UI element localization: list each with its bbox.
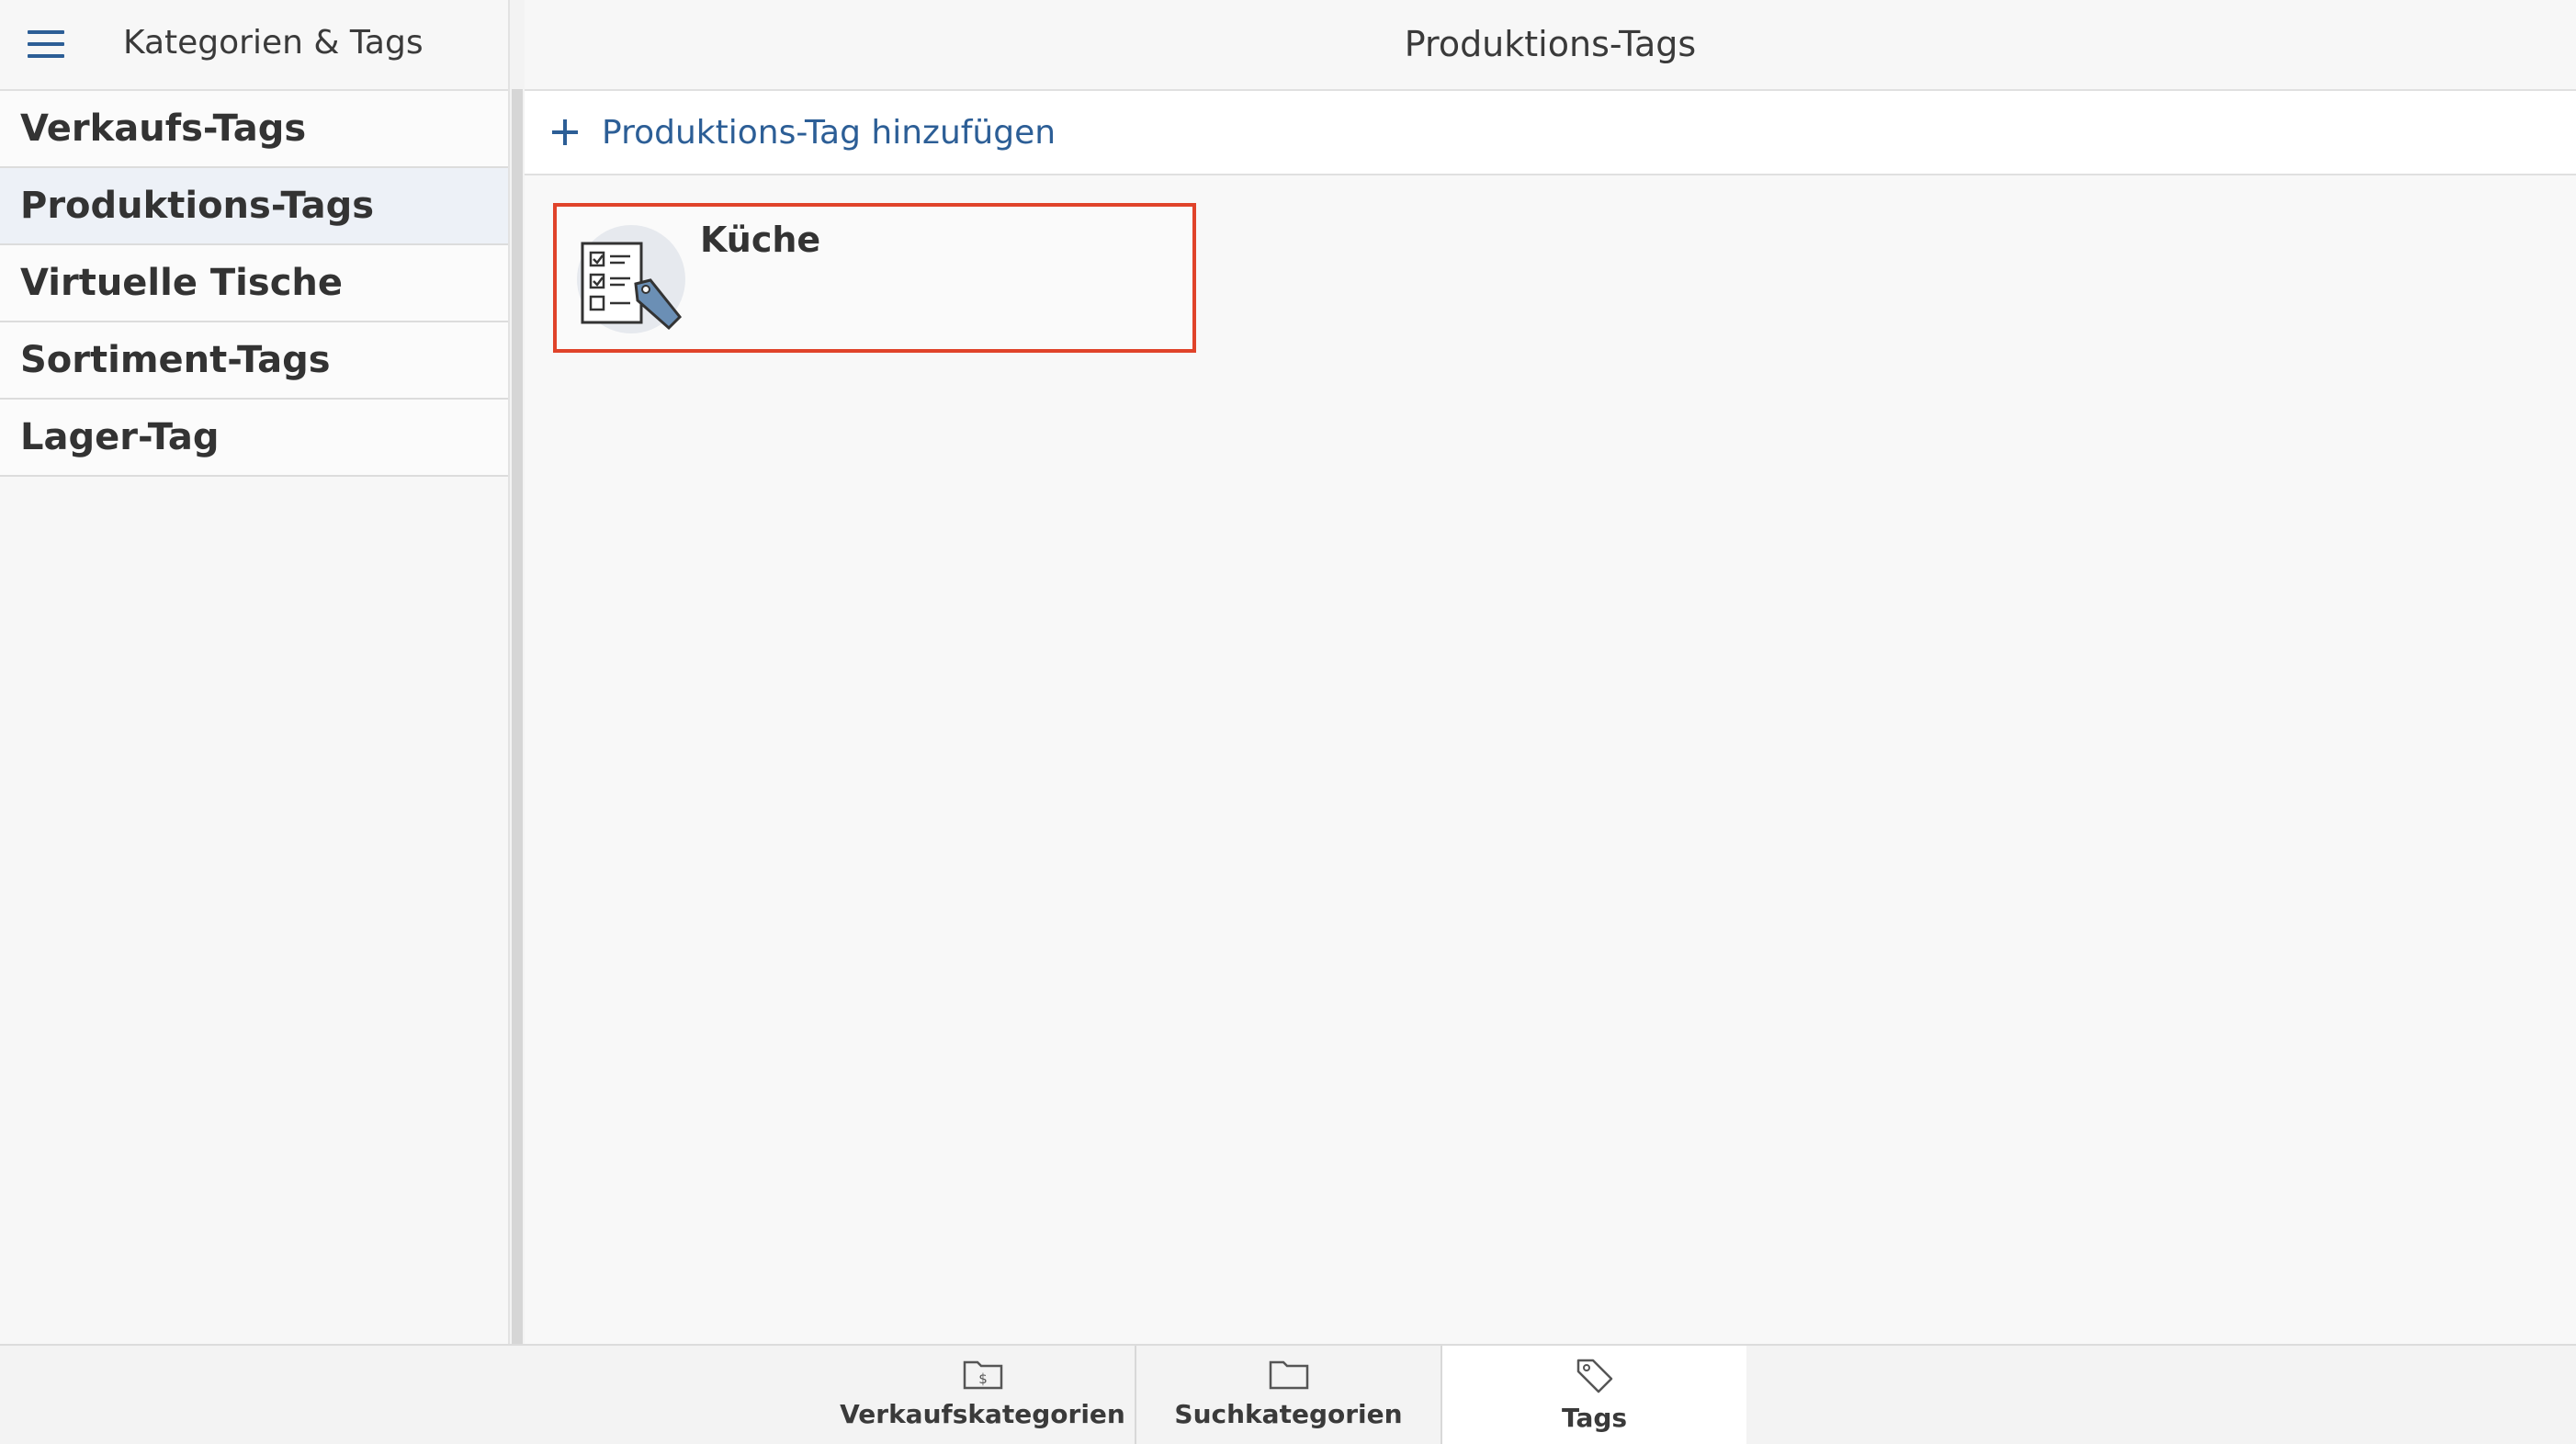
main-pane: Produktions-Tags Produktions-Tag hinzufü… [525, 0, 2576, 1344]
tab-verkaufskategorien[interactable]: $ Verkaufskategorien [830, 1346, 1135, 1444]
tab-tags[interactable]: Tags [1442, 1346, 1746, 1444]
sidebar-title: Kategorien & Tags [123, 24, 424, 62]
sidebar: Kategorien & Tags Verkaufs-Tags Produkti… [0, 0, 508, 1344]
tag-icon [1576, 1359, 1612, 1393]
tag-card-label: Küche [700, 220, 821, 260]
tag-card-kueche[interactable]: Küche [553, 203, 1196, 353]
plus-icon [552, 119, 578, 145]
svg-text:$: $ [978, 1371, 988, 1387]
tab-label: Tags [1561, 1403, 1628, 1433]
add-production-tag-button[interactable]: Produktions-Tag hinzufügen [525, 91, 2576, 175]
page-title: Produktions-Tags [525, 0, 2576, 91]
tab-label: Suchkategorien [1174, 1399, 1403, 1429]
tab-label: Verkaufskategorien [840, 1399, 1125, 1429]
pane-splitter[interactable] [508, 0, 526, 1344]
sidebar-nav: Verkaufs-Tags Produktions-Tags Virtuelle… [0, 91, 508, 477]
sidebar-item-virtuelle-tische[interactable]: Virtuelle Tische [0, 245, 508, 322]
sidebar-header: Kategorien & Tags [0, 0, 508, 91]
bottom-tab-bar: $ Verkaufskategorien Suchkategorien Tags [0, 1344, 2576, 1444]
add-production-tag-label: Produktions-Tag hinzufügen [602, 113, 1056, 152]
sidebar-item-lager-tag[interactable]: Lager-Tag [0, 400, 508, 477]
folder-icon [1269, 1360, 1308, 1390]
hamburger-menu-icon[interactable] [28, 30, 64, 58]
tab-suchkategorien[interactable]: Suchkategorien [1136, 1346, 1441, 1444]
folder-dollar-icon: $ [963, 1360, 1002, 1390]
sidebar-item-verkaufs-tags[interactable]: Verkaufs-Tags [0, 91, 508, 168]
production-tag-checklist-icon [577, 225, 685, 333]
sidebar-item-sortiment-tags[interactable]: Sortiment-Tags [0, 322, 508, 400]
sidebar-item-produktions-tags[interactable]: Produktions-Tags [0, 168, 508, 245]
